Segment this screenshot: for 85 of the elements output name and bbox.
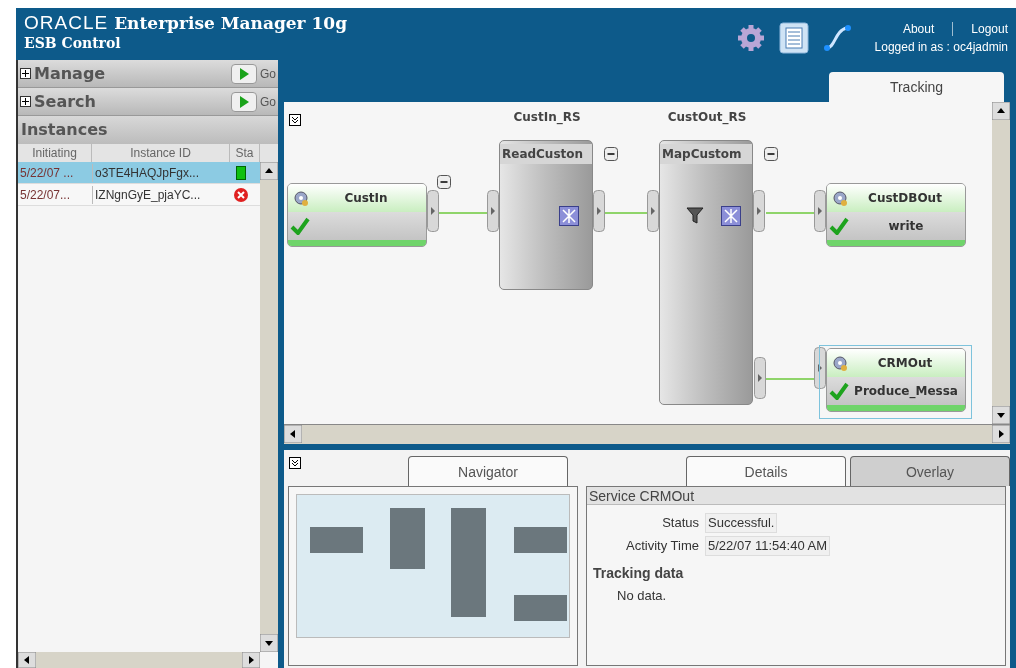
tab[interactable]: Tracking: [829, 72, 1004, 102]
instance-row[interactable]: 5/22/07 ... o3TE4HAQJpFgx...: [18, 162, 260, 184]
tab[interactable]: Navigator: [408, 456, 568, 486]
scroll-left-icon: [18, 652, 36, 668]
port-icon: [814, 347, 826, 389]
collapse-panel-icon[interactable]: [289, 114, 301, 126]
gear-icon: [831, 189, 849, 207]
connector-line: [439, 212, 487, 214]
port-icon: [647, 190, 659, 232]
expand-icon[interactable]: [20, 96, 31, 107]
collapse-icon[interactable]: [764, 147, 778, 161]
document-icon[interactable]: [778, 22, 809, 54]
header-link[interactable]: About: [902, 20, 935, 38]
expand-icon[interactable]: [20, 68, 31, 79]
collapse-icon[interactable]: [604, 147, 618, 161]
play-icon: [239, 95, 249, 108]
gear-icon: [831, 354, 849, 372]
transform-icon: [559, 206, 579, 226]
connector-line: [604, 212, 647, 214]
field-label: Status: [661, 514, 699, 532]
tab[interactable]: Overlay: [850, 456, 1010, 486]
routing-service-name: MapCustom: [660, 144, 752, 164]
horizontal-scrollbar[interactable]: [284, 424, 1010, 444]
vertical-scrollbar[interactable]: [260, 162, 278, 652]
horizontal-scrollbar[interactable]: [18, 652, 260, 668]
scroll-right-icon: [242, 652, 260, 668]
scroll-right-icon: [992, 425, 1010, 443]
play-button[interactable]: [231, 91, 257, 112]
service-name: CRMOut: [876, 355, 934, 372]
go-link[interactable]: Go: [260, 64, 276, 83]
curve-icon[interactable]: [822, 24, 853, 52]
filter-icon: [686, 206, 704, 224]
scroll-left-icon: [284, 425, 302, 443]
port-icon: [814, 190, 826, 232]
routing-service-label: CustOut_RS: [666, 109, 748, 126]
table-cell: o3TE4HAQJpFgx...: [92, 163, 230, 182]
port-icon: [593, 190, 605, 232]
service-name: CustIn: [343, 190, 389, 207]
routing-service-label: CustIn_RS: [512, 109, 582, 126]
port-icon: [754, 357, 766, 399]
scroll-down-icon: [992, 406, 1010, 424]
port-icon: [753, 190, 765, 232]
gear-icon[interactable]: [736, 24, 765, 52]
instance-row[interactable]: 5/22/07... IZNgnGyE_pjaYC...: [18, 184, 260, 206]
table-cell: IZNgnGyE_pjaYC...: [92, 185, 230, 204]
section-heading: Tracking data: [592, 564, 685, 583]
routing-service-name: ReadCuston: [500, 144, 592, 164]
header-link[interactable]: Logout: [971, 20, 1008, 38]
service-node[interactable]: CRMOut Produce_Messa: [826, 348, 966, 412]
app-subtitle: ESB Control: [24, 34, 122, 52]
play-icon: [239, 67, 249, 80]
field-label: Activity Time: [625, 537, 699, 555]
field-value: Successful.: [705, 513, 778, 533]
transform-icon: [721, 206, 741, 226]
section-label[interactable]: Manage: [34, 61, 231, 86]
service-node[interactable]: CustDBOut write: [826, 183, 966, 247]
connector-line: [766, 212, 814, 214]
app-title: Enterprise Manager 10g: [114, 12, 348, 34]
operation-name: write: [887, 218, 925, 235]
scroll-down-icon: [260, 634, 278, 652]
panel-title: Instances: [18, 116, 278, 144]
section-label[interactable]: Search: [34, 89, 231, 114]
gear-icon: [292, 189, 310, 207]
status-indicator: [236, 165, 246, 180]
table-cell-text: 5/22/07...: [19, 186, 72, 204]
connector-line: [766, 378, 814, 380]
go-link[interactable]: Go: [260, 92, 276, 111]
play-button[interactable]: [231, 63, 257, 84]
oracle-logo: ORACLE: [24, 12, 109, 34]
empty-message: No data.: [616, 587, 668, 605]
vertical-scrollbar[interactable]: [992, 102, 1010, 424]
login-text: Logged in as : oc4jadmin: [874, 39, 1008, 56]
field-value: 5/22/07 11:54:40 AM: [705, 536, 831, 556]
port-icon: [487, 190, 499, 232]
service-node[interactable]: CustIn: [287, 183, 427, 247]
scroll-up-icon: [992, 102, 1010, 120]
service-name: CustDBOut: [867, 190, 943, 207]
collapse-icon[interactable]: [437, 175, 451, 189]
operation-name: Produce_Messa: [853, 383, 959, 400]
table-cell-text: 5/22/07 ...: [19, 164, 75, 182]
tab[interactable]: Details: [686, 456, 846, 486]
port-icon: [427, 190, 439, 232]
collapse-panel-icon[interactable]: [289, 457, 301, 469]
panel-title: Service CRMOut: [587, 487, 1005, 505]
error-icon: [233, 186, 249, 203]
